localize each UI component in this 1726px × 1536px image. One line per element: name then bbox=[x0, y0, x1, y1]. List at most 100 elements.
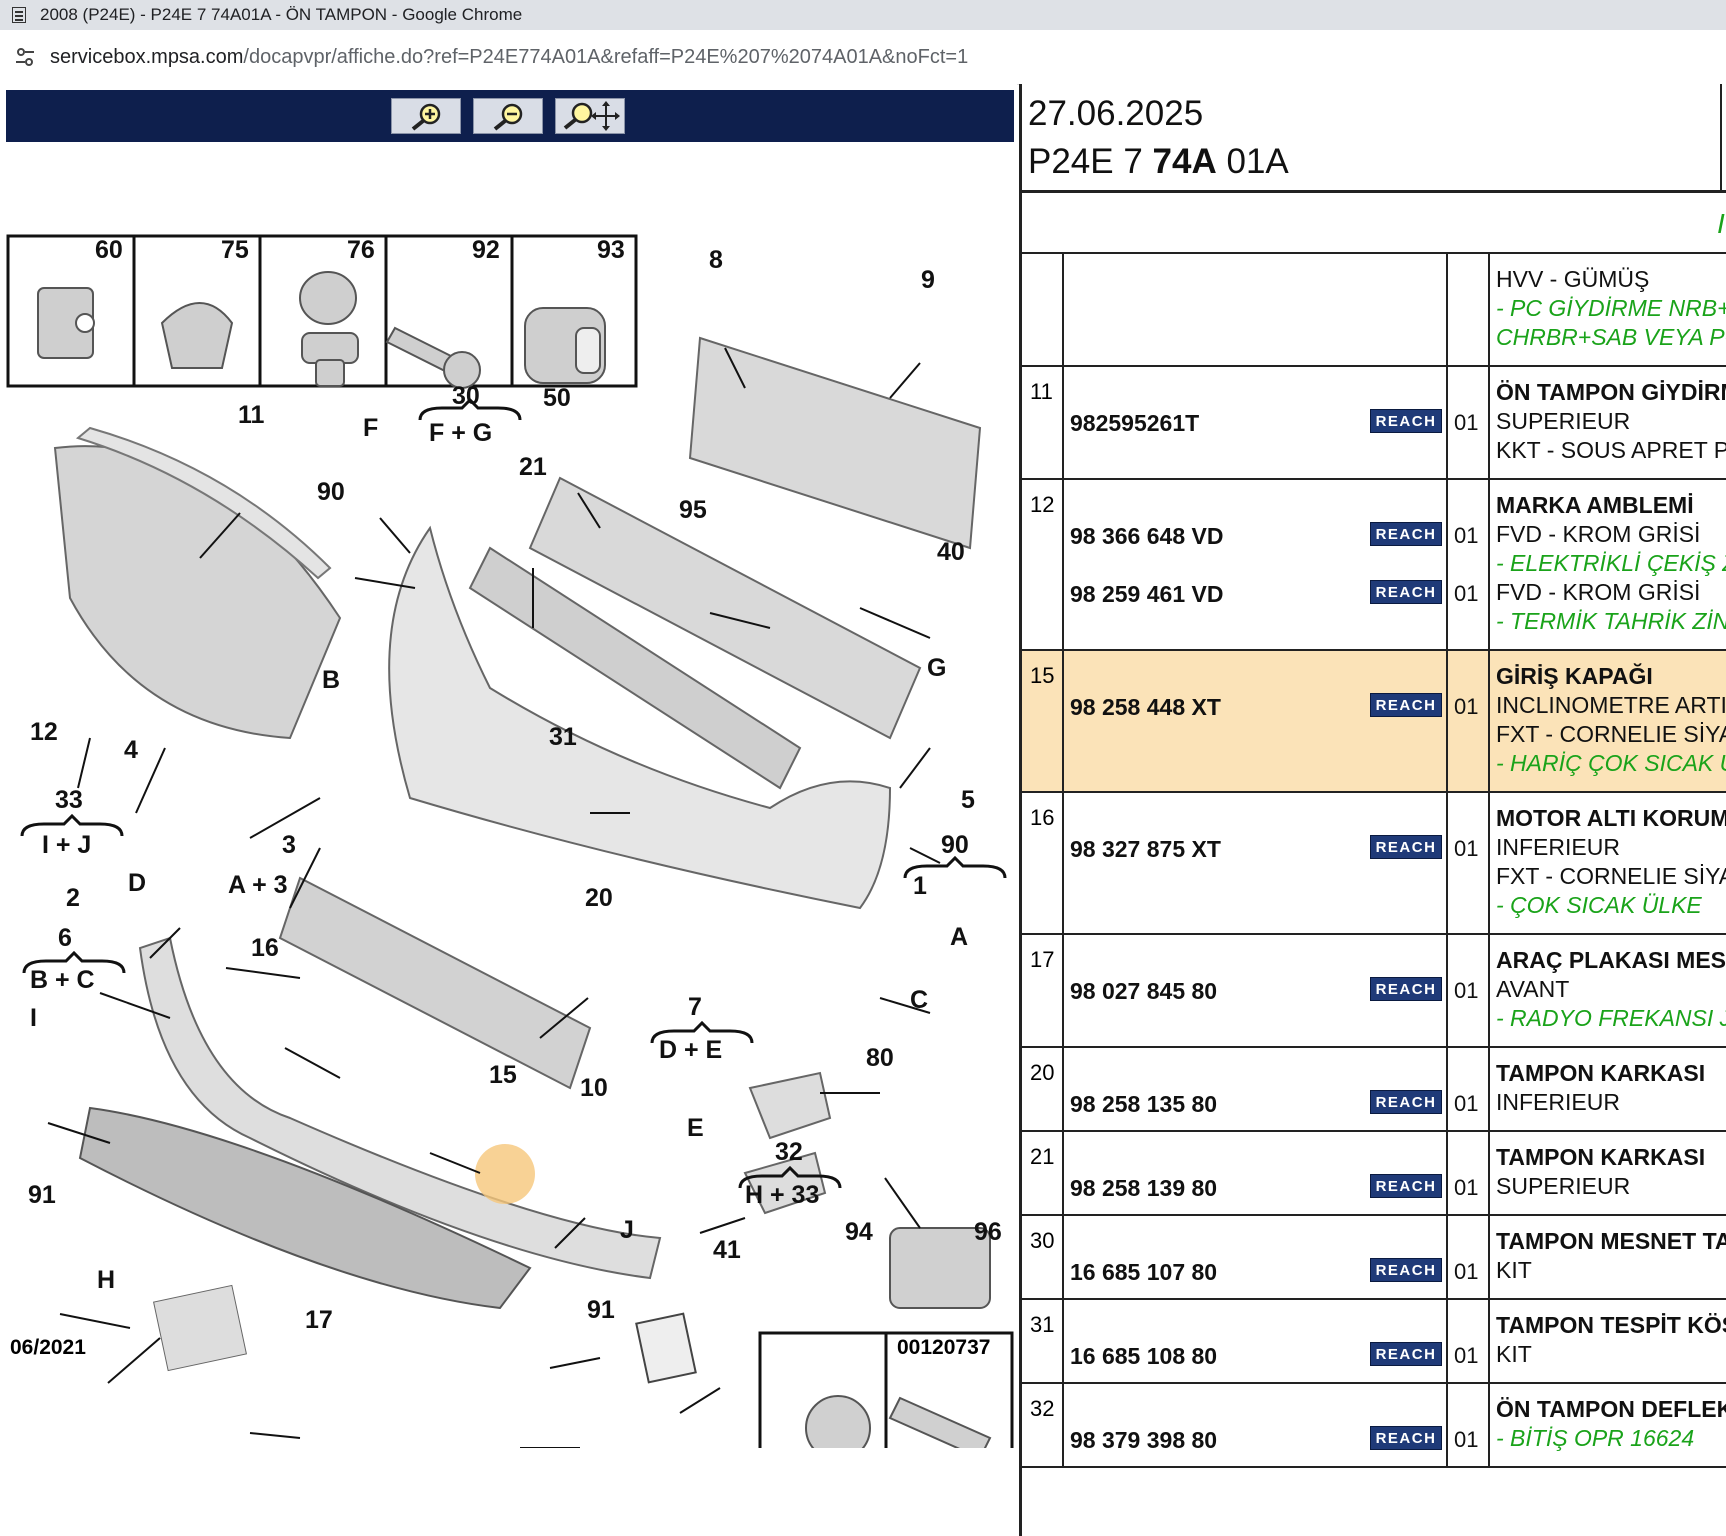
part-detail: AVANT bbox=[1496, 976, 1570, 1002]
callout-76: 76 bbox=[347, 236, 375, 264]
callout-91-bottom: 91 bbox=[587, 1296, 615, 1324]
part-title: TAMPON KARKASI bbox=[1496, 1060, 1706, 1086]
part-number-cell: 98 379 398 80 REACH bbox=[1066, 1384, 1448, 1466]
table-row[interactable]: 3116 685 108 80 REACH 01 TAMPON TESPİT KÖŞE… bbox=[1022, 1300, 1726, 1384]
callout-93: 93 bbox=[597, 236, 625, 264]
table-row[interactable]: HVV - GÜMÜŞ - PC GİYDİRME NRB+IZ CHRBR+SAB… bbox=[1022, 254, 1726, 367]
part-number[interactable]: 98 258 139 80 bbox=[1070, 1175, 1217, 1202]
callout-D: D bbox=[128, 869, 146, 897]
part-detail: SUPERIEUR bbox=[1496, 408, 1631, 434]
callout-96: 96 bbox=[974, 1218, 1002, 1246]
part-title: MOTOR ALTI KORUMA bbox=[1496, 805, 1726, 831]
callout-4: 4 bbox=[124, 736, 138, 764]
part-number[interactable]: 98 027 845 80 bbox=[1070, 978, 1217, 1005]
table-row[interactable]: 32 98 379 398 80 REACH 01 ÖN TAMPON DEFLEKT -… bbox=[1022, 1384, 1726, 1468]
callout-B: B bbox=[322, 666, 340, 694]
fitment-note: - BİTİŞ OPR 16624 bbox=[1496, 1425, 1695, 1451]
address-bar[interactable]: servicebox.mpsa.com/docapvpr/affiche.do?… bbox=[0, 30, 1726, 85]
callout-J: J bbox=[620, 1216, 634, 1244]
site-settings-icon[interactable] bbox=[10, 42, 40, 72]
item-number: 17 bbox=[1022, 935, 1064, 1046]
callout-17: 17 bbox=[305, 1306, 333, 1334]
part-number[interactable]: 98 259 461 VD bbox=[1070, 581, 1223, 608]
part-number-cell: 98 258 448 XT REACH bbox=[1066, 651, 1448, 791]
item-number: 30 bbox=[1022, 1216, 1064, 1298]
part-title: ÖN TAMPON GİYDİRME bbox=[1496, 379, 1726, 405]
callout-F: F bbox=[363, 414, 378, 442]
part-title: TAMPON KARKASI bbox=[1496, 1144, 1706, 1170]
part-number[interactable]: 98 366 648 VD bbox=[1070, 523, 1223, 550]
callout-i-j: I + J bbox=[42, 831, 91, 859]
part-number[interactable]: 98 258 135 80 bbox=[1070, 1091, 1217, 1118]
callout-40: 40 bbox=[937, 538, 965, 566]
zoom-in-icon bbox=[411, 103, 441, 131]
part-detail: FXT - CORNELIE SİYAH bbox=[1496, 721, 1726, 747]
part-number[interactable]: 16 685 107 80 bbox=[1070, 1259, 1217, 1286]
callout-10: 10 bbox=[580, 1074, 608, 1102]
part-title: TAMPON MESNET TAK bbox=[1496, 1228, 1726, 1254]
reach-badge: REACH bbox=[1370, 1426, 1442, 1450]
item-number: 16 bbox=[1022, 793, 1064, 933]
table-row[interactable]: 16 98 327 875 XT REACH 01 MOTOR ALTI KORUMA I… bbox=[1022, 793, 1726, 935]
part-number-cell: 16 685 108 80 REACH bbox=[1066, 1300, 1448, 1382]
url-text[interactable]: servicebox.mpsa.com/docapvpr/affiche.do?… bbox=[50, 46, 968, 69]
zoom-in-button[interactable] bbox=[391, 98, 461, 134]
table-row[interactable]: 15 98 258 448 XT REACH 01 GİRİŞ KAPAĞI INCLIN… bbox=[1022, 651, 1726, 793]
part-number-cell: 982595261T REACH bbox=[1066, 367, 1448, 478]
part-detail: INCLINOMETRE ARTIV bbox=[1496, 692, 1726, 718]
zoom-out-button[interactable] bbox=[473, 98, 543, 134]
callout-33: 33 bbox=[55, 786, 83, 814]
reach-badge: REACH bbox=[1370, 1258, 1442, 1282]
callout-1: 90 bbox=[941, 831, 969, 859]
part-number[interactable]: 98 258 448 XT bbox=[1070, 694, 1221, 721]
part-detail: HVV - GÜMÜŞ bbox=[1496, 266, 1650, 292]
plate-support-part bbox=[153, 1284, 247, 1372]
reach-badge: REACH bbox=[1370, 522, 1442, 546]
callout-I: I bbox=[30, 1004, 37, 1032]
table-row[interactable]: 12 98 366 648 VD REACH 98 259 461 VD REACH 01… bbox=[1022, 480, 1726, 651]
part-number[interactable]: 98 327 875 XT bbox=[1070, 836, 1221, 863]
window-title: 2008 (P24E) - P24E 7 74A01A - ÖN TAMPON … bbox=[40, 5, 523, 24]
upper-support-part bbox=[688, 336, 982, 550]
table-row[interactable]: 20 98 258 135 80 REACH 01 TAMPON KARKASI INFE… bbox=[1022, 1048, 1726, 1132]
pan-button[interactable] bbox=[555, 98, 625, 134]
diagram-code: 00120737 bbox=[897, 1336, 991, 1359]
description-cell: GİRİŞ KAPAĞI INCLINOMETRE ARTIV FXT - CORN… bbox=[1492, 651, 1726, 791]
part-number-cell: 98 027 845 80 REACH bbox=[1066, 935, 1448, 1046]
table-row[interactable]: 30 16 685 107 80 REACH 01 TAMPON MESNET TAK K… bbox=[1022, 1216, 1726, 1300]
quantity-cell: 01 bbox=[1450, 1132, 1490, 1214]
quantity: 01 bbox=[1454, 1427, 1479, 1452]
item-number: 15 bbox=[1022, 651, 1064, 791]
part-detail: SUPERIEUR bbox=[1496, 1173, 1631, 1199]
part-title: TAMPON TESPİT KÖŞE bbox=[1496, 1312, 1726, 1338]
callout-11: 11 bbox=[238, 401, 265, 429]
callout-2: 2 bbox=[66, 884, 80, 912]
quantity-cell: 01 bbox=[1450, 1048, 1490, 1130]
part-number-cell: 98 327 875 XT REACH bbox=[1066, 793, 1448, 933]
part-number[interactable]: 16 685 108 80 bbox=[1070, 1343, 1217, 1370]
description-cell: TAMPON MESNET TAK KIT bbox=[1492, 1216, 1726, 1298]
callout-C: C bbox=[910, 986, 928, 1014]
description-cell: MARKA AMBLEMİ FVD - KROM GRİSİ - ELEKTRİKL… bbox=[1492, 480, 1726, 649]
reach-badge: REACH bbox=[1370, 1342, 1442, 1366]
part-number[interactable]: 982595261T bbox=[1070, 410, 1199, 437]
reach-badge: REACH bbox=[1370, 1174, 1442, 1198]
description-cell: TAMPON TESPİT KÖŞE KIT bbox=[1492, 1300, 1726, 1382]
callout-A: A bbox=[950, 923, 968, 951]
quantity: 01 bbox=[1454, 836, 1479, 861]
band-mark: I bbox=[1717, 208, 1725, 239]
part-number[interactable]: 98 379 398 80 bbox=[1070, 1427, 1217, 1454]
item-number bbox=[1022, 254, 1064, 365]
table-row[interactable]: 11982595261T REACH 01 ÖN TAMPON GİYDİRME SUP… bbox=[1022, 367, 1726, 480]
callout-20: 20 bbox=[585, 884, 613, 912]
item-number: 32 bbox=[1022, 1384, 1064, 1466]
table-row[interactable]: 1798 027 845 80 REACH 01 ARAÇ PLAKASI MESNE… bbox=[1022, 935, 1726, 1048]
panel-band: I bbox=[1022, 190, 1726, 254]
description-cell: TAMPON KARKASI SUPERIEUR bbox=[1492, 1132, 1726, 1214]
table-row[interactable]: 21 98 258 139 80 REACH 01 TAMPON KARKASI SUPE… bbox=[1022, 1132, 1726, 1216]
part-title: MARKA AMBLEMİ bbox=[1496, 492, 1694, 518]
fog-cover-c-part bbox=[748, 1071, 832, 1140]
reach-badge: REACH bbox=[1370, 835, 1442, 859]
quantity: 01 bbox=[1454, 1175, 1479, 1200]
part-detail: KIT bbox=[1496, 1257, 1532, 1283]
